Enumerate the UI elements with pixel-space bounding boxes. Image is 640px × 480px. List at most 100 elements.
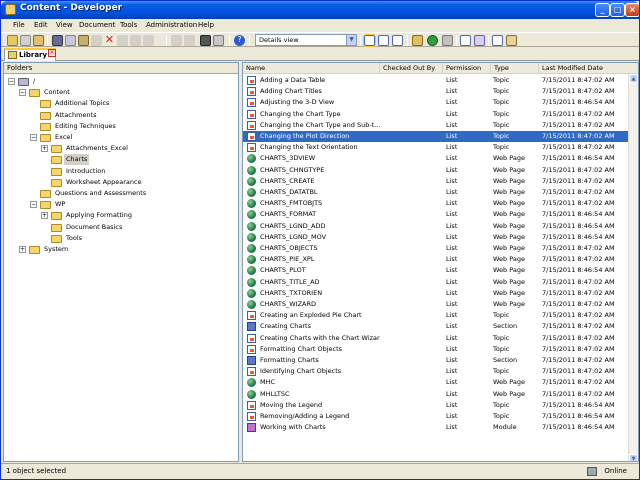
- column-header-name[interactable]: Name: [243, 63, 380, 74]
- publish-icon[interactable]: [442, 35, 453, 46]
- title-bar[interactable]: Content - Developer _ □ ×: [1, 1, 639, 19]
- scroll-up-icon[interactable]: ▲: [629, 74, 638, 83]
- column-header-permission[interactable]: Permission: [443, 63, 491, 74]
- menu-document[interactable]: Document: [79, 21, 115, 29]
- tree-node[interactable]: − /: [4, 76, 234, 87]
- close-tab-icon[interactable]: ×: [48, 49, 56, 57]
- tree-node[interactable]: Tools: [4, 233, 234, 244]
- history-icon[interactable]: [492, 35, 503, 46]
- column-header-type[interactable]: Type: [491, 63, 539, 74]
- open-icon[interactable]: [20, 35, 31, 46]
- permissions-icon[interactable]: [506, 35, 517, 46]
- table-row[interactable]: CHARTS_OBJECTS List Web Page 7/15/2011 8:47…: [243, 243, 638, 254]
- collapse-icon[interactable]: −: [19, 89, 26, 97]
- tree-node[interactable]: Charts: [4, 154, 234, 166]
- indent-icon[interactable]: [171, 35, 182, 46]
- menu-view[interactable]: View: [56, 21, 73, 29]
- table-row[interactable]: CHARTS_PLOT List Web Page 7/15/2011 8:46:54…: [243, 265, 638, 276]
- folder-icon[interactable]: [33, 35, 44, 46]
- column-header-checked-out-by[interactable]: Checked Out By: [380, 63, 443, 74]
- delete-icon[interactable]: ✕: [104, 34, 115, 46]
- find-next-icon[interactable]: [213, 35, 224, 46]
- details-view-icon[interactable]: [363, 34, 376, 47]
- expand-icon[interactable]: +: [41, 212, 48, 220]
- table-row[interactable]: CHARTS_LGND_ADD List Web Page 7/15/2011 8:4…: [243, 221, 638, 232]
- table-row[interactable]: Creating Charts with the Chart Wizard Lis…: [243, 333, 638, 344]
- close-button[interactable]: ×: [625, 3, 639, 17]
- table-row[interactable]: Working with Charts List Module 7/15/2011 8…: [243, 422, 638, 433]
- table-row[interactable]: Changing the Chart Type List Topic 7/15/201…: [243, 109, 638, 120]
- split-view-icon[interactable]: [378, 35, 389, 46]
- tree-node[interactable]: + System: [4, 244, 234, 255]
- help-icon[interactable]: ?: [234, 35, 245, 46]
- table-row[interactable]: Adding a Data Table List Topic 7/15/2011 8:…: [243, 75, 638, 86]
- copy-icon[interactable]: [65, 35, 76, 46]
- tree-node[interactable]: Additional Topics: [4, 98, 234, 109]
- maximize-button[interactable]: □: [610, 3, 625, 17]
- tree-node[interactable]: − Content: [4, 87, 234, 98]
- table-row[interactable]: Changing the Chart Type and Sub-t... List…: [243, 120, 638, 131]
- menu-help[interactable]: Help: [198, 21, 214, 29]
- table-row[interactable]: Changing the Plot Direction List Topic 7/15…: [243, 131, 638, 142]
- table-row[interactable]: CHARTS_DATATBL List Web Page 7/15/2011 8:47…: [243, 187, 638, 198]
- table-row[interactable]: MHC List Web Page 7/15/2011 8:47:02 AM: [243, 377, 638, 388]
- minimize-button[interactable]: _: [595, 3, 610, 17]
- collapse-icon[interactable]: −: [30, 134, 37, 141]
- tree-node[interactable]: + Applying Formatting: [4, 210, 234, 221]
- table-row[interactable]: CHARTS_FORMAT List Web Page 7/15/2011 8:46:…: [243, 209, 638, 220]
- link-icon[interactable]: [91, 35, 102, 46]
- table-row[interactable]: Adding Chart Titles List Topic 7/15/2011 8:…: [243, 86, 638, 97]
- tree-node[interactable]: − Excel: [4, 132, 234, 143]
- tree-node[interactable]: Introduction: [4, 166, 234, 177]
- table-row[interactable]: Creating an Exploded Pie Chart List Topic 7…: [243, 310, 638, 321]
- tree-node[interactable]: − WP: [4, 199, 234, 210]
- column-header-last-modified[interactable]: Last Modified Date: [539, 63, 638, 74]
- properties-icon[interactable]: [412, 35, 423, 46]
- paste-icon[interactable]: [78, 35, 89, 46]
- table-row[interactable]: Moving the Legend List Topic 7/15/2011 8:46…: [243, 400, 638, 411]
- table-row[interactable]: CHARTS_LGND_MOV List Web Page 7/15/2011 8:4…: [243, 232, 638, 243]
- table-row[interactable]: MHLLTSC List Web Page 7/15/2011 8:47:02 AM: [243, 389, 638, 400]
- new-icon[interactable]: [7, 35, 18, 46]
- table-row[interactable]: CHARTS_TITLE_AD List Web Page 7/15/2011 8:4…: [243, 277, 638, 288]
- table-row[interactable]: CHARTS_TXTORIEN List Web Page 7/15/2011 8:4…: [243, 288, 638, 299]
- chevron-down-icon[interactable]: ▼: [346, 35, 356, 45]
- refresh-icon[interactable]: [427, 35, 438, 46]
- collapse-icon[interactable]: −: [30, 201, 37, 209]
- table-row[interactable]: CHARTS_3DVIEW List Web Page 7/15/2011 8:46:…: [243, 153, 638, 164]
- table-row[interactable]: Formatting Charts List Section 7/15/2011 8:…: [243, 355, 638, 366]
- expand-icon[interactable]: +: [41, 145, 48, 153]
- check-in-icon[interactable]: [460, 35, 471, 46]
- table-row[interactable]: CHARTS_PIE_XPL List Web Page 7/15/2011 8:47…: [243, 254, 638, 265]
- table-row[interactable]: CHARTS_FMTOBJTS List Web Page 7/15/2011 8:4…: [243, 198, 638, 209]
- menu-file[interactable]: File: [13, 21, 25, 29]
- find-icon[interactable]: [200, 35, 211, 46]
- tree-node[interactable]: Document Basics: [4, 222, 234, 233]
- menu-administration[interactable]: Administration: [146, 21, 197, 29]
- scroll-down-icon[interactable]: ▼: [629, 454, 638, 461]
- tree-node[interactable]: + Attachments_Excel: [4, 143, 234, 154]
- vertical-scrollbar[interactable]: ▲ ▼: [628, 74, 638, 461]
- collapse-icon[interactable]: −: [8, 78, 15, 85]
- outdent-icon[interactable]: [184, 35, 195, 46]
- column-view-icon[interactable]: [392, 35, 403, 46]
- tree-node[interactable]: Editing Techniques: [4, 121, 234, 132]
- table-row[interactable]: CHARTS_CHNGTYPE List Web Page 7/15/2011 8:4…: [243, 165, 638, 176]
- expand-icon[interactable]: +: [19, 246, 26, 253]
- table-row[interactable]: CHARTS_CREATE List Web Page 7/15/2011 8:47:…: [243, 176, 638, 187]
- redo-icon[interactable]: [130, 35, 141, 46]
- tree-node[interactable]: Worksheet Appearance: [4, 177, 234, 188]
- check-out-icon[interactable]: [474, 35, 485, 46]
- undo-icon[interactable]: [117, 35, 128, 46]
- table-row[interactable]: CHARTS_WIZARD List Web Page 7/15/2011 8:47:…: [243, 299, 638, 310]
- table-row[interactable]: Removing/Adding a Legend List Topic 7/15/20…: [243, 411, 638, 422]
- tree-node[interactable]: Questions and Assessments: [4, 188, 234, 199]
- table-row[interactable]: Adjusting the 3-D View List Topic 7/15/2011…: [243, 97, 638, 108]
- table-row[interactable]: Identifying Chart Objects List Topic 7/15/2…: [243, 366, 638, 377]
- menu-edit[interactable]: Edit: [34, 21, 48, 29]
- move-icon[interactable]: [143, 35, 154, 46]
- cut-icon[interactable]: [52, 35, 63, 46]
- table-row[interactable]: Creating Charts List Section 7/15/2011 8:47…: [243, 321, 638, 332]
- menu-tools[interactable]: Tools: [120, 21, 137, 29]
- tree-node[interactable]: Attachments: [4, 110, 234, 121]
